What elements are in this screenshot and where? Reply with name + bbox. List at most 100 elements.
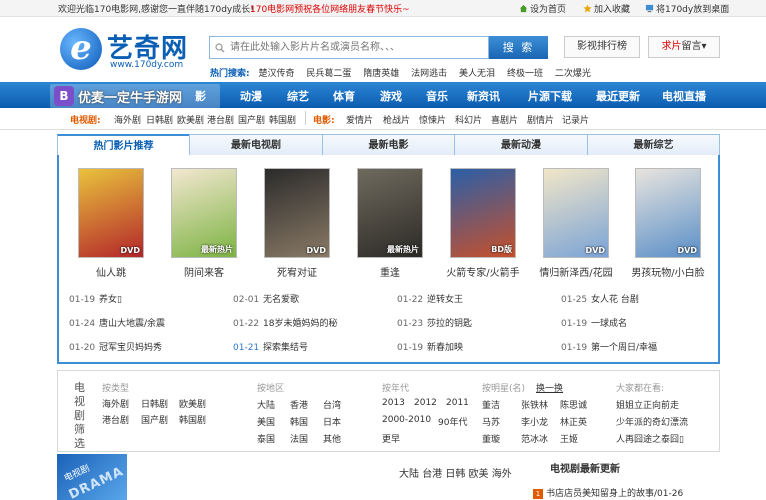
list-item[interactable]: 01-20 冠军宝贝妈妈秀	[69, 340, 165, 353]
poster-image: BD版	[450, 168, 516, 258]
list-item[interactable]: 01-22 逆转女王	[397, 292, 472, 305]
list-item[interactable]: 01-24 唐山大地震/余震	[69, 316, 165, 329]
star-option[interactable]: 李小龙	[521, 415, 548, 428]
list-item[interactable]: 01-22 18岁未婚妈妈的秘	[233, 316, 337, 329]
hot-search-item[interactable]: 楚汉传奇	[258, 69, 294, 79]
filter-option[interactable]: 国产剧	[141, 413, 168, 426]
star-option[interactable]: 林正英	[560, 415, 587, 428]
star-option[interactable]: 张铁林	[521, 398, 548, 411]
list-item[interactable]: 01-19 一球成名	[561, 316, 657, 329]
star-option[interactable]: 王姬	[560, 432, 578, 445]
region-tab[interactable]: 欧美	[469, 469, 489, 480]
filter-option[interactable]: 港台剧	[102, 413, 129, 426]
filter-option[interactable]: 美国	[257, 415, 275, 428]
movie-category-item[interactable]: 科幻片	[455, 113, 482, 126]
region-tab[interactable]: 大陆	[399, 469, 419, 480]
add-favorite-link[interactable]: 加入收藏	[583, 2, 630, 15]
list-item[interactable]: 01-25 女人花 台剧	[561, 292, 657, 305]
filter-option[interactable]: 欧美剧	[179, 397, 206, 410]
filter-option[interactable]: 香港	[290, 398, 308, 411]
hot-search-item[interactable]: 美人无泪	[459, 69, 495, 79]
nav-item-news[interactable]: 新资讯	[467, 88, 500, 104]
region-tab[interactable]: 日韩	[445, 469, 465, 480]
hot-search-item[interactable]: 终极一班	[507, 69, 543, 79]
tab-latest-movie[interactable]: 最新电影	[322, 134, 455, 157]
list-item[interactable]: 01-19 新春加映	[397, 340, 472, 353]
desktop-shortcut-link[interactable]: 将170dy放到桌面	[645, 2, 729, 15]
list-item[interactable]: 02-01 无名爱歌	[233, 292, 337, 305]
poster-title: 仙人跳	[96, 268, 126, 279]
star-option[interactable]: 陈思诚	[560, 398, 587, 411]
hot-search-item[interactable]: 二次爆光	[555, 69, 591, 79]
movie-category-item[interactable]: 剧情片	[527, 113, 554, 126]
latest-drama-item[interactable]: 1 书店店员美知留身上的故事/01-26	[533, 486, 683, 499]
star-option[interactable]: 马苏	[482, 415, 500, 428]
search-button[interactable]: 搜 索	[489, 36, 548, 59]
nav-item-sports[interactable]: 体育	[333, 88, 355, 104]
filter-option[interactable]: 90年代	[438, 415, 467, 428]
list-item[interactable]: 01-19 第一个周日/幸福	[561, 340, 657, 353]
movie-category-item[interactable]: 记录片	[562, 113, 589, 126]
watching-item[interactable]: 姐姐立正向前走	[616, 398, 679, 411]
nav-item-recent[interactable]: 最近更新	[596, 88, 640, 104]
nav-item-live-tv[interactable]: 电视直播	[662, 88, 706, 104]
ranking-button[interactable]: 影视排行榜	[564, 36, 640, 58]
tv-category-item[interactable]: 国产剧	[238, 113, 265, 126]
tv-category-item[interactable]: 海外剧	[114, 113, 141, 126]
nav-item-download[interactable]: 片源下载	[528, 88, 572, 104]
list-item[interactable]: 01-19 养女▯	[69, 292, 165, 305]
filter-option[interactable]: 2011	[446, 398, 469, 408]
filter-option[interactable]: 2012	[414, 398, 437, 408]
star-option[interactable]: 董洁	[482, 398, 500, 411]
tab-latest-variety[interactable]: 最新综艺	[587, 134, 720, 157]
movie-category-item[interactable]: 喜剧片	[491, 113, 518, 126]
tab-latest-tv[interactable]: 最新电视剧	[189, 134, 323, 157]
nav-item-music[interactable]: 音乐	[426, 88, 448, 104]
tab-hot-recommend[interactable]: 热门影片推荐	[57, 134, 190, 157]
filter-region-title: 按地区	[257, 384, 285, 394]
logo-e-icon: e	[60, 28, 102, 70]
region-tab[interactable]: 海外	[492, 469, 512, 480]
watching-item[interactable]: 人再囧途之泰囧▯	[616, 432, 684, 445]
filter-option[interactable]: 韩国剧	[179, 413, 206, 426]
list-item[interactable]: 01-21 探索集结号	[233, 340, 337, 353]
movie-category-item[interactable]: 爱情片	[346, 113, 373, 126]
tv-category-item[interactable]: 韩国剧	[269, 113, 296, 126]
tab-latest-anime[interactable]: 最新动漫	[454, 134, 588, 157]
set-homepage-link[interactable]: 设为首页	[519, 2, 566, 15]
filter-option[interactable]: 韩国	[290, 415, 308, 428]
region-tab[interactable]: 台港	[422, 469, 442, 480]
filter-option[interactable]: 泰国	[257, 432, 275, 445]
filter-option[interactable]: 台湾	[323, 398, 341, 411]
filter-option[interactable]: 2013	[382, 398, 405, 408]
star-option[interactable]: 范冰冰	[521, 432, 548, 445]
hot-search-item[interactable]: 民兵葛二蛋	[306, 69, 351, 79]
movie-category-item[interactable]: 枪战片	[383, 113, 410, 126]
star-option[interactable]: 董璇	[482, 432, 500, 445]
filter-option[interactable]: 更早	[382, 432, 400, 445]
filter-option[interactable]: 法国	[290, 432, 308, 445]
site-logo[interactable]: e 艺奇网 www.170dy.com	[60, 26, 200, 76]
movie-category-label: 电影:	[313, 116, 335, 126]
tv-category-item[interactable]: 港台剧	[207, 113, 234, 126]
tv-category-item[interactable]: 欧美剧	[177, 113, 204, 126]
hot-search-item[interactable]: 法网逃击	[411, 69, 447, 79]
filter-option[interactable]: 其他	[323, 432, 341, 445]
hot-search-item[interactable]: 隋唐英雄	[363, 69, 399, 79]
filter-option[interactable]: 日韩剧	[141, 397, 168, 410]
watching-item[interactable]: 少年派的奇幻漂流	[616, 415, 688, 428]
filter-option[interactable]: 日本	[323, 415, 341, 428]
list-item[interactable]: 01-23 莎拉的钥匙	[397, 316, 472, 329]
search-input[interactable]	[210, 37, 488, 58]
tv-category-item[interactable]: 日韩剧	[146, 113, 173, 126]
refresh-stars-link[interactable]: 换一换	[536, 381, 563, 394]
nav-item-games[interactable]: 游戏	[380, 88, 402, 104]
request-button[interactable]: 求片留言▾	[648, 36, 720, 58]
nav-item-variety[interactable]: 综艺	[287, 88, 309, 104]
nav-item-anime[interactable]: 动漫	[240, 88, 262, 104]
movie-category-item[interactable]: 惊悚片	[419, 113, 446, 126]
rank-badge: 1	[533, 489, 543, 499]
filter-option[interactable]: 2000-2010	[382, 415, 431, 425]
filter-option[interactable]: 大陆	[257, 398, 275, 411]
filter-option[interactable]: 海外剧	[102, 397, 129, 410]
